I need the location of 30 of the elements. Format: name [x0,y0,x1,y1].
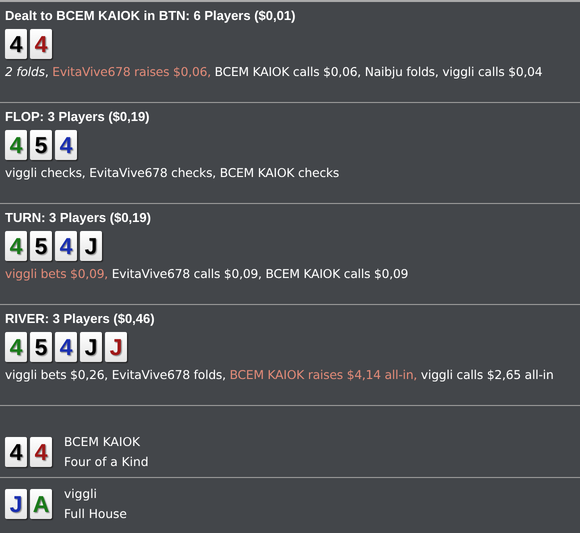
action-line: viggli checks, EvitaVive678 checks, BCEM KAIOK checks [5,165,340,181]
player-name: viggli [64,486,98,503]
street-heading: FLOP: 3 Players ($0,19) [5,109,151,125]
playing-card: 4 [5,332,27,362]
action-line: viggli bets $0,09, EvitaVive678 calls $0,09, BCEM KAIOK calls $0,09 [5,266,410,282]
playing-card: J [5,489,27,519]
playing-card: 5 [30,130,52,160]
hand-name: Four of a Kind [64,454,148,471]
hand-name: Full House [64,506,127,523]
playing-card: 4 [30,29,52,59]
player-name: BCEM KAIOK [64,434,142,451]
playing-card: 4 [30,437,52,467]
street-heading: TURN: 3 Players ($0,19) [5,210,152,226]
playing-card: 5 [30,332,52,362]
playing-card: 5 [30,231,52,261]
action-line: 2 folds, EvitaVive678 raises $0,06, BCEM KAIOK calls $0,06, Naibju folds, viggli calls $0,04 [5,64,544,80]
playing-card: 4 [55,332,77,362]
playing-card: 4 [5,130,27,160]
playing-card: 4 [5,29,27,59]
playing-card: 4 [5,437,27,467]
playing-card: 4 [55,130,77,160]
playing-card: A [30,489,52,519]
action-line: viggli bets $0,26, EvitaVive678 folds, BCEM KAIOK raises $4,14 all-in, viggli calls $2,65 all-in [5,367,555,383]
playing-card: J [80,332,102,362]
playing-card: 4 [5,231,27,261]
playing-card: J [80,231,102,261]
street-heading: RIVER: 3 Players ($0,46) [5,311,156,327]
street-heading: Dealt to BCEM KAIOK in BTN: 6 Players ($0,01) [5,8,296,24]
playing-card: 4 [55,231,77,261]
playing-card: J [105,332,127,362]
